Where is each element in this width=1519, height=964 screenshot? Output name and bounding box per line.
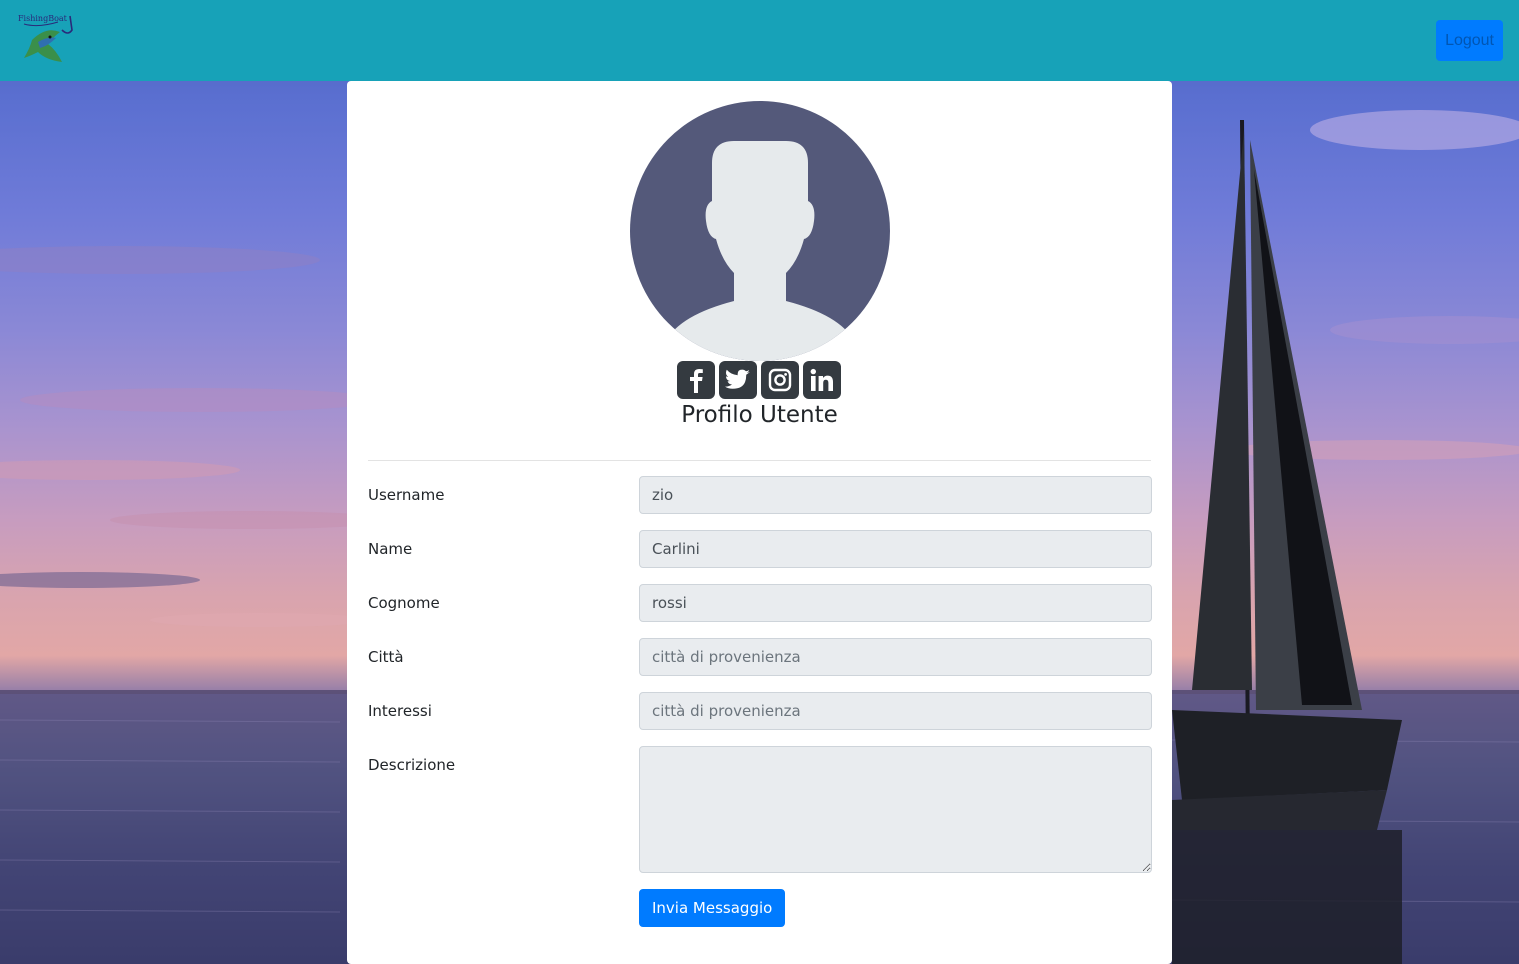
user-silhouette-icon (630, 101, 890, 361)
cognome-field[interactable] (639, 584, 1152, 622)
twitter-icon[interactable] (719, 361, 757, 399)
profile-card: Profilo Utente Username Name Cognome Cit… (347, 81, 1172, 964)
username-label: Username (368, 486, 445, 504)
social-links (677, 361, 843, 399)
fishingboat-logo[interactable]: FishingBoat (18, 12, 78, 70)
logout-button[interactable]: Logout (1436, 20, 1503, 61)
citta-label: Città (368, 648, 404, 666)
cognome-label: Cognome (368, 594, 440, 612)
interessi-label: Interessi (368, 702, 432, 720)
top-navbar: FishingBoat Logout (0, 0, 1519, 81)
divider (368, 460, 1151, 461)
name-field[interactable] (639, 530, 1152, 568)
linkedin-icon[interactable] (803, 361, 841, 399)
descrizione-textarea[interactable] (639, 746, 1152, 873)
logo-text: FishingBoat (18, 14, 68, 23)
instagram-icon[interactable] (761, 361, 799, 399)
citta-field[interactable] (639, 638, 1152, 676)
interessi-field[interactable] (639, 692, 1152, 730)
descrizione-label: Descrizione (368, 756, 456, 774)
page-title: Profilo Utente (681, 402, 838, 428)
username-field[interactable] (639, 476, 1152, 514)
sailboat-image (1172, 119, 1402, 964)
name-label: Name (368, 540, 413, 558)
invia-messaggio-button[interactable]: Invia Messaggio (639, 889, 786, 927)
facebook-icon[interactable] (677, 361, 715, 399)
